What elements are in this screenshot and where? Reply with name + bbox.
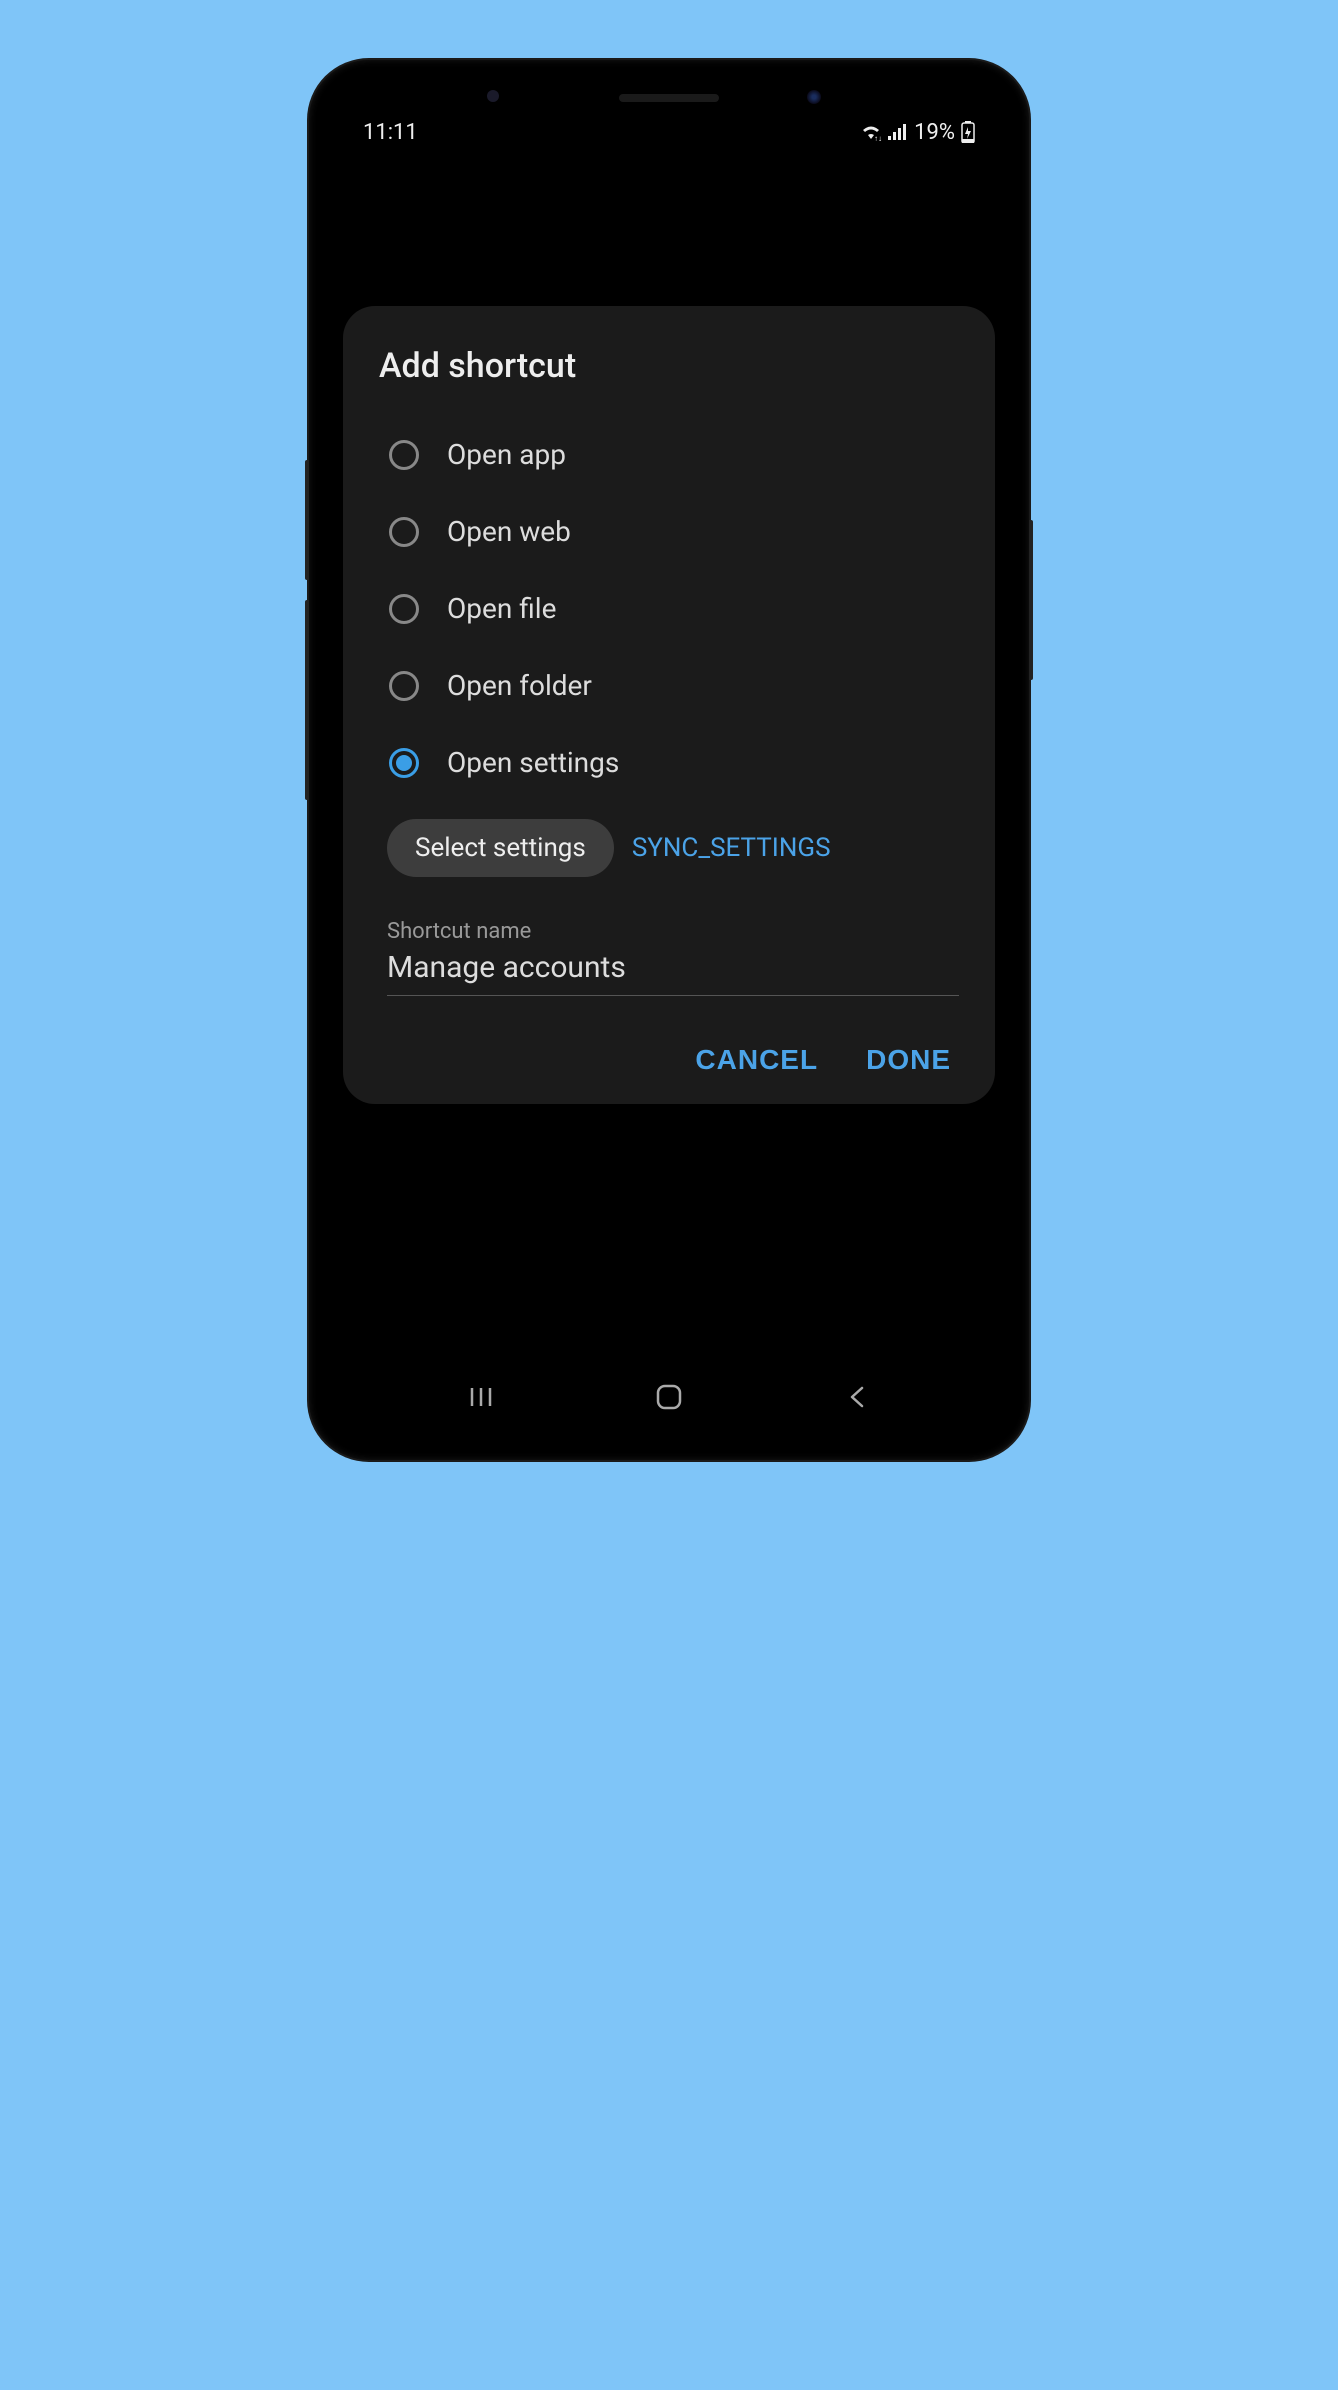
earpiece-speaker [619,94,719,102]
screen: 11:11 ↑↓ 19% Add shortcut [327,78,1011,1442]
add-shortcut-dialog: Add shortcut Open app Open web Open file [343,306,995,1104]
radio-icon [389,594,419,624]
done-button[interactable]: DONE [866,1044,951,1076]
signal-icon [888,124,908,140]
battery-percent: 19% [914,120,955,145]
radio-open-settings[interactable]: Open settings [389,746,959,779]
shortcut-type-radio-group: Open app Open web Open file Open folder [379,438,959,779]
phone-frame: 11:11 ↑↓ 19% Add shortcut [309,60,1029,1460]
cancel-button[interactable]: CANCEL [695,1044,818,1076]
radio-label: Open file [447,592,556,625]
volume-down-button[interactable] [305,600,309,800]
svg-text:↑↓: ↑↓ [874,134,882,141]
select-settings-button[interactable]: Select settings [387,819,614,877]
radio-label: Open web [447,515,571,548]
radio-icon-selected [389,748,419,778]
wifi-icon: ↑↓ [860,123,882,141]
navigation-bar [327,1362,1011,1442]
selected-settings-value: SYNC_SETTINGS [632,833,831,863]
radio-open-web[interactable]: Open web [389,515,959,548]
content-area: Add shortcut Open app Open web Open file [327,156,1011,1362]
power-button[interactable] [1029,520,1033,680]
dialog-actions: CANCEL DONE [379,1044,959,1076]
shortcut-name-input[interactable]: Manage accounts [387,950,959,996]
battery-icon [961,121,975,143]
front-camera-sensor [487,90,499,102]
home-button[interactable] [639,1377,699,1417]
shortcut-name-section: Shortcut name Manage accounts [387,919,959,996]
back-button[interactable] [827,1377,887,1417]
front-camera [807,90,821,104]
radio-icon [389,440,419,470]
volume-up-button[interactable] [305,460,309,580]
status-time: 11:11 [363,120,418,145]
radio-open-app[interactable]: Open app [389,438,959,471]
radio-icon [389,517,419,547]
radio-label: Open settings [447,746,619,779]
status-bar: 11:11 ↑↓ 19% [327,108,1011,156]
radio-open-folder[interactable]: Open folder [389,669,959,702]
radio-label: Open folder [447,669,592,702]
recents-button[interactable] [451,1377,511,1417]
notch [327,78,1011,108]
settings-selector-row: Select settings SYNC_SETTINGS [387,819,959,877]
radio-icon [389,671,419,701]
radio-open-file[interactable]: Open file [389,592,959,625]
status-indicators: ↑↓ 19% [860,120,975,145]
radio-label: Open app [447,438,566,471]
dialog-title: Add shortcut [379,346,959,386]
shortcut-name-label: Shortcut name [387,919,959,944]
